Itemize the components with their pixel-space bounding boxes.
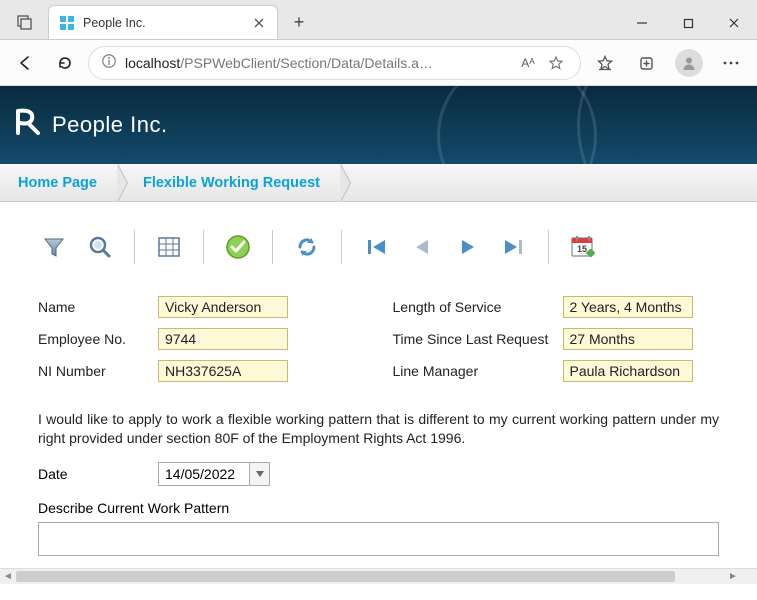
next-record-button[interactable] [452,231,484,263]
favorite-button[interactable] [544,51,568,75]
page-viewport: People Inc. Home Page Flexible Working R… [0,86,757,584]
date-field[interactable] [158,462,270,486]
label-employee-no: Employee No. [38,331,158,347]
back-button[interactable] [8,46,42,80]
label-ni: NI Number [38,363,158,379]
scroll-track[interactable] [16,569,725,584]
refresh-button[interactable] [48,46,82,80]
window-controls [619,7,757,39]
separator-icon [272,230,273,264]
favicon-icon [59,15,75,31]
tab-well: People Inc. + [0,5,314,39]
label-date: Date [38,466,158,482]
form-columns: Name Vicky Anderson Employee No. 9744 NI… [28,296,729,392]
value-tslr: 27 Months [563,328,693,350]
label-manager: Line Manager [393,363,563,379]
approve-button[interactable] [222,231,254,263]
form-col-right: Length of Service 2 Years, 4 Months Time… [393,296,720,392]
date-dropdown-button[interactable] [249,463,269,485]
declaration-paragraph: I would like to apply to work a flexible… [38,410,719,448]
value-employee-no: 9744 [158,328,288,350]
date-input[interactable] [159,463,249,485]
svg-text:15: 15 [577,244,587,254]
tab-close-button[interactable] [251,15,267,31]
browser-toolbar: localhost/PSPWebClient/Section/Data/Deta… [0,40,757,86]
tab-title: People Inc. [83,16,146,30]
action-bar: 15 [38,230,719,264]
label-tslr: Time Since Last Request [393,331,563,347]
date-row: Date [28,462,729,486]
address-bar[interactable]: localhost/PSPWebClient/Section/Data/Deta… [88,46,581,80]
favorites-button[interactable] [587,45,623,81]
last-record-button[interactable] [498,231,530,263]
scroll-thumb[interactable] [16,571,675,582]
form-col-left: Name Vicky Anderson Employee No. 9744 NI… [38,296,365,392]
site-info-icon[interactable] [101,53,117,72]
browser-tab[interactable]: People Inc. [48,5,278,39]
filter-button[interactable] [38,231,70,263]
value-manager: Paula Richardson [563,360,693,382]
close-window-button[interactable] [711,7,757,39]
horizontal-scrollbar[interactable]: ◄ ► [0,568,757,584]
brand-name: People Inc. [52,112,168,138]
maximize-button[interactable] [665,7,711,39]
breadcrumb-current[interactable]: Flexible Working Request [117,164,340,201]
scroll-right-button[interactable]: ► [725,569,741,585]
page-body: 15 Name Vicky Anderson Employee No. 9744… [0,202,757,582]
separator-icon [203,230,204,264]
new-tab-button[interactable]: + [284,7,314,37]
logo-mark-icon [12,107,42,143]
scroll-left-button[interactable]: ◄ [0,569,16,585]
separator-icon [341,230,342,264]
value-ni: NH337625A [158,360,288,382]
minimize-button[interactable] [619,7,665,39]
breadcrumb-home[interactable]: Home Page [0,164,117,201]
browser-titlebar: People Inc. + [0,0,757,40]
label-name: Name [38,299,158,315]
calendar-button[interactable]: 15 [567,231,599,263]
breadcrumb: Home Page Flexible Working Request [0,164,757,202]
collections-button[interactable] [629,45,665,81]
address-text: localhost/PSPWebClient/Section/Data/Deta… [125,55,433,71]
first-record-button[interactable] [360,231,392,263]
work-pattern-textarea[interactable] [38,522,719,556]
value-los: 2 Years, 4 Months [563,296,693,318]
value-name: Vicky Anderson [158,296,288,318]
app-logo: People Inc. [12,107,168,143]
label-describe: Describe Current Work Pattern [28,500,729,516]
prev-record-button[interactable] [406,231,438,263]
refresh-data-button[interactable] [291,231,323,263]
label-los: Length of Service [393,299,563,315]
more-button[interactable] [713,45,749,81]
tab-actions-button[interactable] [8,6,42,38]
separator-icon [548,230,549,264]
app-banner: People Inc. [0,86,757,164]
separator-icon [134,230,135,264]
read-aloud-button[interactable]: Aᴬ [516,51,540,75]
grid-button[interactable] [153,231,185,263]
profile-button[interactable] [671,45,707,81]
search-button[interactable] [84,231,116,263]
